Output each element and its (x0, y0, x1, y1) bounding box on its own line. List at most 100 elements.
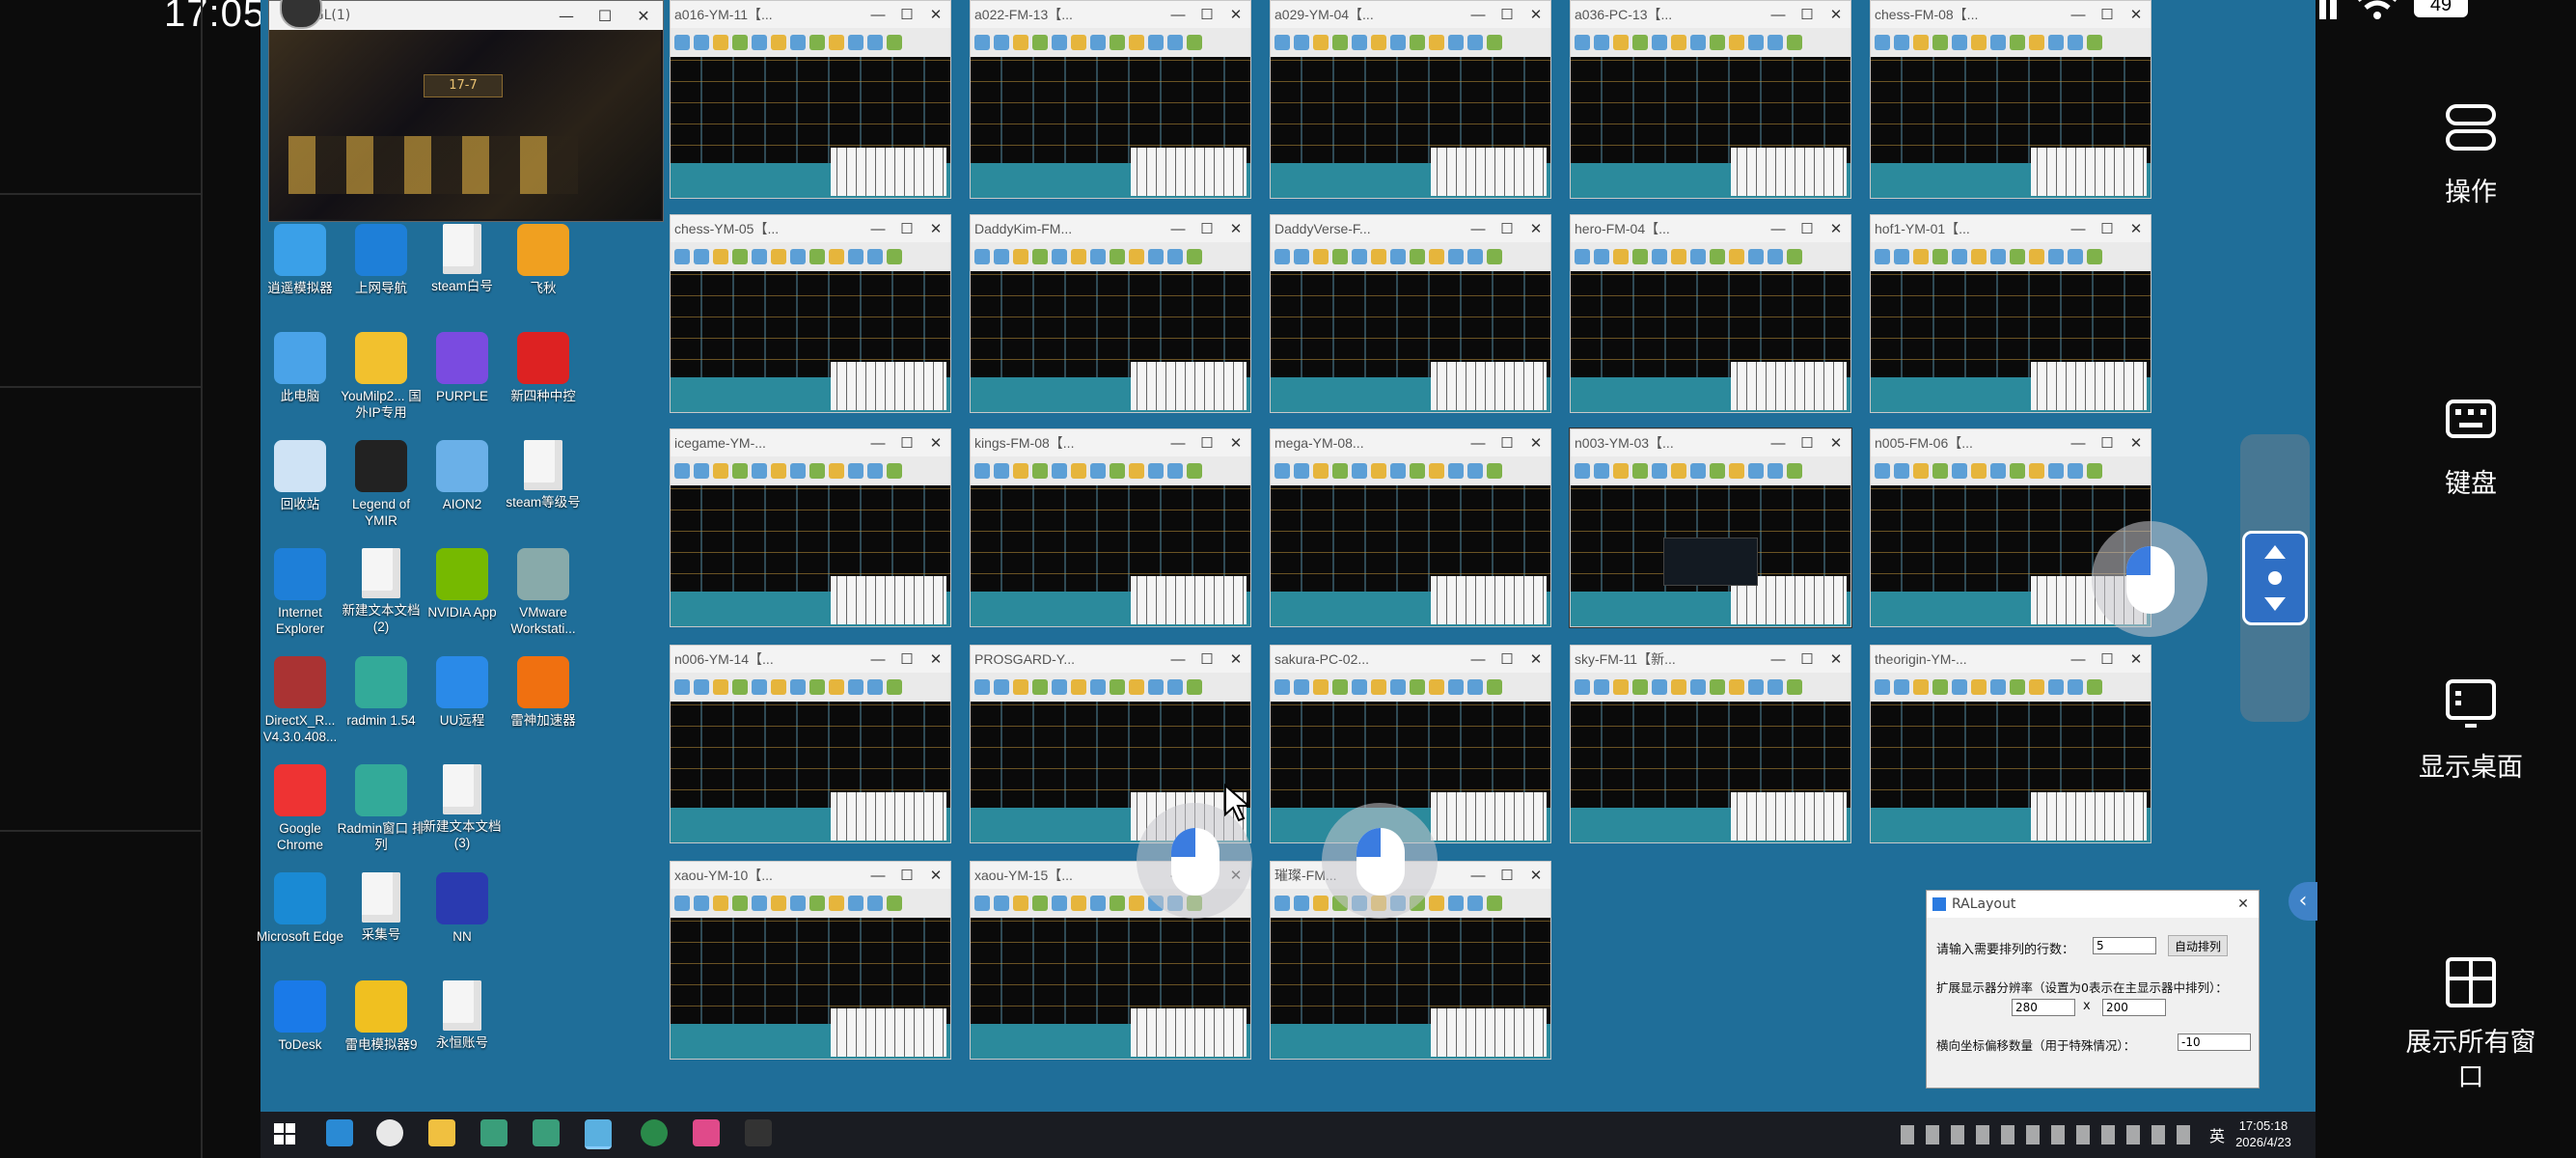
close-button[interactable]: ✕ (921, 220, 950, 237)
remote-window[interactable]: DaddyKim-FM... — ☐ ✕ (970, 214, 1251, 413)
desktop-shortcut[interactable]: NVIDIA App (417, 548, 507, 620)
keyboard-button[interactable]: 键盘 (2398, 392, 2543, 500)
remote-toolbar[interactable] (971, 242, 1250, 271)
desktop-shortcut[interactable]: 回收站 (255, 440, 345, 512)
desktop-shortcut[interactable]: 新建文本文档 (3) (417, 764, 507, 851)
maximize-button[interactable]: ☐ (2093, 650, 2122, 668)
minimize-button[interactable]: — (2064, 7, 2093, 23)
desktop-shortcut[interactable]: Microsoft Edge (255, 872, 345, 945)
remote-window[interactable]: a022-FM-13【... — ☐ ✕ (970, 0, 1251, 199)
mouse-overlay-icon[interactable] (2092, 521, 2207, 637)
maximize-button[interactable]: ☐ (1493, 434, 1521, 452)
minimize-button[interactable]: — (2064, 221, 2093, 237)
maximize-button[interactable]: ☐ (1192, 434, 1221, 452)
desktop-shortcut[interactable]: 飞秋 (498, 224, 589, 296)
maximize-button[interactable]: ☐ (1793, 6, 1822, 23)
radmin-active-taskbar-icon[interactable] (585, 1119, 612, 1149)
close-button[interactable]: ✕ (1221, 434, 1250, 452)
desktop-shortcut[interactable]: 采集号 (336, 872, 426, 943)
desktop-shortcut[interactable]: YouMilp2... 国外IP专用 (336, 332, 426, 421)
minimize-button[interactable]: — (1464, 7, 1493, 23)
remote-window[interactable]: a016-YM-11【... — ☐ ✕ (670, 0, 951, 199)
close-button[interactable]: ✕ (1221, 6, 1250, 23)
minimize-button[interactable]: — (863, 651, 892, 668)
close-button[interactable]: ✕ (1221, 220, 1250, 237)
remote-toolbar[interactable] (1871, 242, 2151, 271)
maximize-button[interactable]: ☐ (586, 7, 624, 25)
windows-start-icon[interactable] (274, 1123, 295, 1144)
mouse-overlay-icon[interactable] (1322, 803, 1438, 919)
minimize-button[interactable]: — (2064, 651, 2093, 668)
remote-toolbar[interactable] (671, 28, 950, 57)
ralayout-dialog[interactable]: RALayout ✕ 请输入需要排列的行数： 自动排列 扩展显示器分辨率（设置为… (1926, 890, 2260, 1089)
minimize-button[interactable]: — (1464, 868, 1493, 884)
cloud-icon[interactable] (376, 1119, 403, 1146)
desktop-shortcut[interactable]: VMware Workstati... (498, 548, 589, 637)
maximize-button[interactable]: ☐ (892, 6, 921, 23)
game-window[interactable]: rGL(1) — ☐ ✕ 17-7 (268, 0, 664, 222)
minimize-button[interactable]: — (1164, 221, 1192, 237)
show-all-windows-button[interactable]: 展示所有窗口 (2398, 955, 2543, 1095)
desktop-shortcut[interactable]: 上网导航 (336, 224, 426, 296)
remote-toolbar[interactable] (1271, 456, 1550, 485)
maximize-button[interactable]: ☐ (892, 220, 921, 237)
radmin-taskbar-icon[interactable] (533, 1119, 560, 1146)
remote-window[interactable]: hero-FM-04【... — ☐ ✕ (1570, 214, 1851, 413)
close-button[interactable]: ✕ (1221, 650, 1250, 668)
desktop-shortcut[interactable]: Google Chrome (255, 764, 345, 853)
minimize-button[interactable]: — (547, 7, 586, 25)
remote-toolbar[interactable] (1571, 673, 1850, 702)
remote-toolbar[interactable] (1571, 242, 1850, 271)
remote-toolbar[interactable] (1271, 242, 1550, 271)
remote-window[interactable]: n006-YM-14【... — ☐ ✕ (670, 645, 951, 843)
desktop-shortcut[interactable]: 新建文本文档 (2) (336, 548, 426, 635)
close-button[interactable]: ✕ (1822, 650, 1850, 668)
close-button[interactable]: ✕ (2122, 6, 2151, 23)
minimize-button[interactable]: — (1464, 435, 1493, 452)
app-taskbar-icon[interactable] (641, 1119, 668, 1146)
minimize-button[interactable]: — (863, 435, 892, 452)
taskbar-clock[interactable]: 17:05:18 2026/4/23 (2215, 1117, 2312, 1150)
desktop-shortcut[interactable]: UU远程 (417, 656, 507, 729)
minimize-button[interactable]: — (1764, 7, 1793, 23)
minimize-button[interactable]: — (1164, 7, 1192, 23)
maximize-button[interactable]: ☐ (892, 650, 921, 668)
desktop-shortcut[interactable]: steam等级号 (498, 440, 589, 510)
maximize-button[interactable]: ☐ (1192, 650, 1221, 668)
remote-window[interactable]: n003-YM-03【... — ☐ ✕ (1570, 428, 1851, 627)
minimize-button[interactable]: — (863, 868, 892, 884)
maximize-button[interactable]: ☐ (1493, 6, 1521, 23)
scroll-button[interactable] (2242, 531, 2308, 625)
remote-toolbar[interactable] (971, 456, 1250, 485)
desktop-shortcut[interactable]: Legend of YMIR (336, 440, 426, 529)
remote-toolbar[interactable] (1271, 673, 1550, 702)
close-button[interactable]: ✕ (2122, 434, 2151, 452)
remote-window[interactable]: chess-FM-08【... — ☐ ✕ (1870, 0, 2151, 199)
height-input[interactable] (2102, 999, 2166, 1016)
remote-window[interactable]: sky-FM-11【新... — ☐ ✕ (1570, 645, 1851, 843)
close-button[interactable]: ✕ (1822, 6, 1850, 23)
remote-toolbar[interactable] (1871, 673, 2151, 702)
close-button[interactable]: ✕ (921, 867, 950, 884)
desktop-shortcut[interactable]: Internet Explorer (255, 548, 345, 637)
maximize-button[interactable]: ☐ (1793, 434, 1822, 452)
maximize-button[interactable]: ☐ (2093, 6, 2122, 23)
ymir-taskbar-icon[interactable] (745, 1119, 772, 1146)
desktop-shortcut[interactable]: steam白号 (417, 224, 507, 294)
minimize-button[interactable]: — (2064, 435, 2093, 452)
desktop-shortcut[interactable]: AION2 (417, 440, 507, 512)
remote-toolbar[interactable] (1571, 456, 1850, 485)
minimize-button[interactable]: — (1764, 221, 1793, 237)
minimize-button[interactable]: — (863, 7, 892, 23)
remote-toolbar[interactable] (971, 28, 1250, 57)
show-desktop-button[interactable]: 显示桌面 (2398, 676, 2543, 784)
minimize-button[interactable]: — (1464, 651, 1493, 668)
maximize-button[interactable]: ☐ (1493, 867, 1521, 884)
remote-toolbar[interactable] (1871, 456, 2151, 485)
operate-button[interactable]: 操作 (2398, 100, 2543, 208)
remote-toolbar[interactable] (1871, 28, 2151, 57)
maximize-button[interactable]: ☐ (1793, 650, 1822, 668)
maximize-button[interactable]: ☐ (892, 867, 921, 884)
remote-window[interactable]: xaou-YM-10【... — ☐ ✕ (670, 861, 951, 1060)
close-button[interactable]: ✕ (921, 650, 950, 668)
